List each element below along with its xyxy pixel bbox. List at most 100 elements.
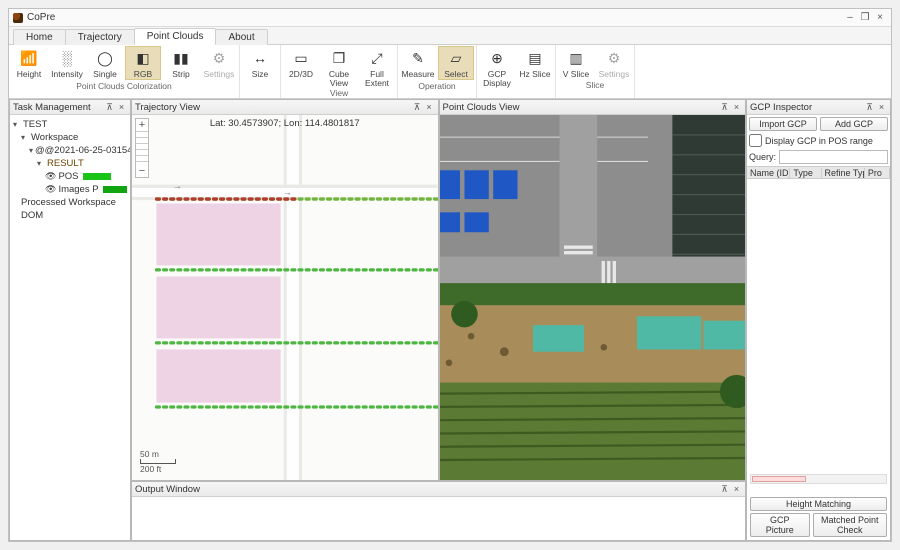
zoom-in-button[interactable]: + [136, 119, 148, 131]
strip-icon: ▮▮ [171, 48, 191, 68]
gcp-table-body[interactable] [747, 185, 890, 472]
point-cloud-viewport[interactable] [440, 115, 746, 480]
select-icon: ▱ [446, 48, 466, 68]
height-icon: 📶 [19, 48, 39, 68]
pin-icon[interactable]: ⊼ [104, 102, 115, 113]
2d3d-button[interactable]: ▭2D/3D [283, 46, 319, 87]
gcp-display-button[interactable]: ⊕GCP Display [479, 46, 515, 87]
tree-dom[interactable]: DOM [21, 210, 43, 221]
tab-trajectory[interactable]: Trajectory [65, 29, 135, 45]
v-slice-icon: ▥ [566, 48, 586, 68]
ribbon-group-label: Operation [400, 80, 474, 92]
col-pro[interactable]: Pro [865, 168, 890, 178]
close-icon[interactable]: × [424, 102, 435, 113]
matched-point-check-button[interactable]: Matched Point Check [813, 513, 887, 537]
gcp-picture-button[interactable]: GCP Picture [750, 513, 810, 537]
close-button[interactable]: × [873, 11, 887, 25]
cube-view-icon: ❐ [329, 48, 349, 68]
task-management-panel: Task Management ⊼ × ▾TEST ▾Workspace ▾@@… [9, 99, 131, 541]
single-button[interactable]: ◯Single [87, 46, 123, 80]
close-icon[interactable]: × [731, 484, 742, 495]
hz-slice-button[interactable]: ▤Hz Slice [517, 46, 553, 87]
output-log[interactable] [132, 497, 745, 540]
height-button[interactable]: 📶Height [11, 46, 47, 80]
maximize-button[interactable]: ❐ [858, 11, 872, 25]
pin-icon[interactable]: ⊼ [719, 102, 730, 113]
col-name-id[interactable]: Name (ID) [747, 168, 790, 178]
task-panel-title: Task Management [13, 102, 91, 113]
size-button[interactable]: ↔Size [242, 46, 278, 79]
app-icon [13, 13, 23, 23]
pc-panel-title: Point Clouds View [443, 102, 520, 113]
full-extent-icon: ⤢ [367, 48, 387, 68]
ribbon-item-label: Full Extent [359, 68, 395, 87]
ribbon-toolbar: 📶Height░Intensity◯Single◧RGB▮▮Strip⚙Sett… [9, 45, 891, 99]
settings1-button: ⚙Settings [201, 46, 237, 80]
close-icon[interactable]: × [116, 102, 127, 113]
size-icon: ↔ [250, 48, 270, 68]
ribbon-item-label: Select [444, 68, 468, 79]
pin-icon[interactable]: ⊼ [412, 102, 423, 113]
tab-point-clouds[interactable]: Point Clouds [134, 28, 217, 45]
cube-view-button[interactable]: ❐Cube View [321, 46, 357, 87]
ribbon-item-label: V Slice [563, 68, 589, 79]
ribbon-item-label: Height [17, 68, 42, 79]
ribbon-item-label: Settings [204, 68, 235, 79]
coordinate-readout: Lat: 30.4573907; Lon: 114.4801817 [210, 118, 360, 129]
col-type[interactable]: Type [790, 168, 821, 178]
ribbon-item-label: Settings [599, 68, 630, 79]
tab-about[interactable]: About [215, 29, 267, 45]
tree-pos[interactable]: POS [58, 171, 78, 182]
gcp-display-icon: ⊕ [487, 48, 507, 68]
task-tree[interactable]: ▾TEST ▾Workspace ▾@@2021-06-25-031548 ▾R… [10, 115, 130, 225]
tree-result[interactable]: RESULT [47, 158, 84, 169]
app-title: CoPre [27, 12, 55, 23]
trajectory-panel-title: Trajectory View [135, 102, 200, 113]
add-gcp-button[interactable]: Add GCP [820, 117, 888, 131]
display-gcp-pos-checkbox[interactable] [749, 134, 762, 147]
map-zoom-control[interactable]: + − [135, 118, 149, 178]
map-scale-bar: 50 m 200 ft [140, 449, 176, 474]
close-icon[interactable]: × [731, 102, 742, 113]
ribbon-group-label [479, 87, 553, 89]
pin-icon[interactable]: ⊼ [864, 102, 875, 113]
tree-workspace[interactable]: Workspace [31, 132, 78, 143]
settings1-icon: ⚙ [209, 48, 229, 68]
tree-session[interactable]: @@2021-06-25-031548 [35, 145, 130, 156]
tree-processed-workspace[interactable]: Processed Workspace [21, 197, 116, 208]
close-icon[interactable]: × [876, 102, 887, 113]
gcp-horizontal-scrollbar[interactable] [750, 474, 887, 484]
full-extent-button[interactable]: ⤢Full Extent [359, 46, 395, 87]
trajectory-map[interactable]: → → + − Lat: 30.4573907; Lon: 114.480181… [132, 115, 438, 480]
intensity-icon: ░ [57, 48, 77, 68]
minimize-button[interactable]: – [843, 11, 857, 25]
pos-color-swatch [83, 173, 111, 180]
rgb-icon: ◧ [133, 48, 153, 68]
tree-root[interactable]: TEST [23, 119, 47, 130]
titlebar: CoPre – ❐ × [9, 9, 891, 27]
intensity-button[interactable]: ░Intensity [49, 46, 85, 80]
ribbon-item-label: Measure [401, 68, 434, 79]
zoom-slider[interactable] [136, 131, 148, 165]
output-window-panel: Output Window ⊼ × [131, 481, 746, 541]
query-label: Query: [749, 152, 776, 162]
zoom-out-button[interactable]: − [136, 165, 148, 177]
trajectory-view-panel: Trajectory View ⊼ × [131, 99, 439, 481]
strip-button[interactable]: ▮▮Strip [163, 46, 199, 80]
gcp-table-header[interactable]: Name (ID) Type Refine Type Pro [747, 166, 890, 179]
query-input[interactable] [779, 150, 888, 164]
tree-images-p[interactable]: Images P [58, 184, 98, 195]
output-panel-title: Output Window [135, 484, 200, 495]
v-slice-button[interactable]: ▥V Slice [558, 46, 594, 79]
col-refine-type[interactable]: Refine Type [822, 168, 865, 178]
tab-home[interactable]: Home [13, 29, 66, 45]
ribbon-item-label: GCP Display [479, 68, 515, 87]
measure-button[interactable]: ✎Measure [400, 46, 436, 80]
import-gcp-button[interactable]: Import GCP [749, 117, 817, 131]
pin-icon[interactable]: ⊼ [719, 484, 730, 495]
height-matching-button[interactable]: Height Matching [750, 497, 887, 511]
ribbon-group-label [242, 79, 278, 81]
select-button[interactable]: ▱Select [438, 46, 474, 80]
rgb-button[interactable]: ◧RGB [125, 46, 161, 80]
point-clouds-view-panel: Point Clouds View ⊼ × [439, 99, 747, 481]
